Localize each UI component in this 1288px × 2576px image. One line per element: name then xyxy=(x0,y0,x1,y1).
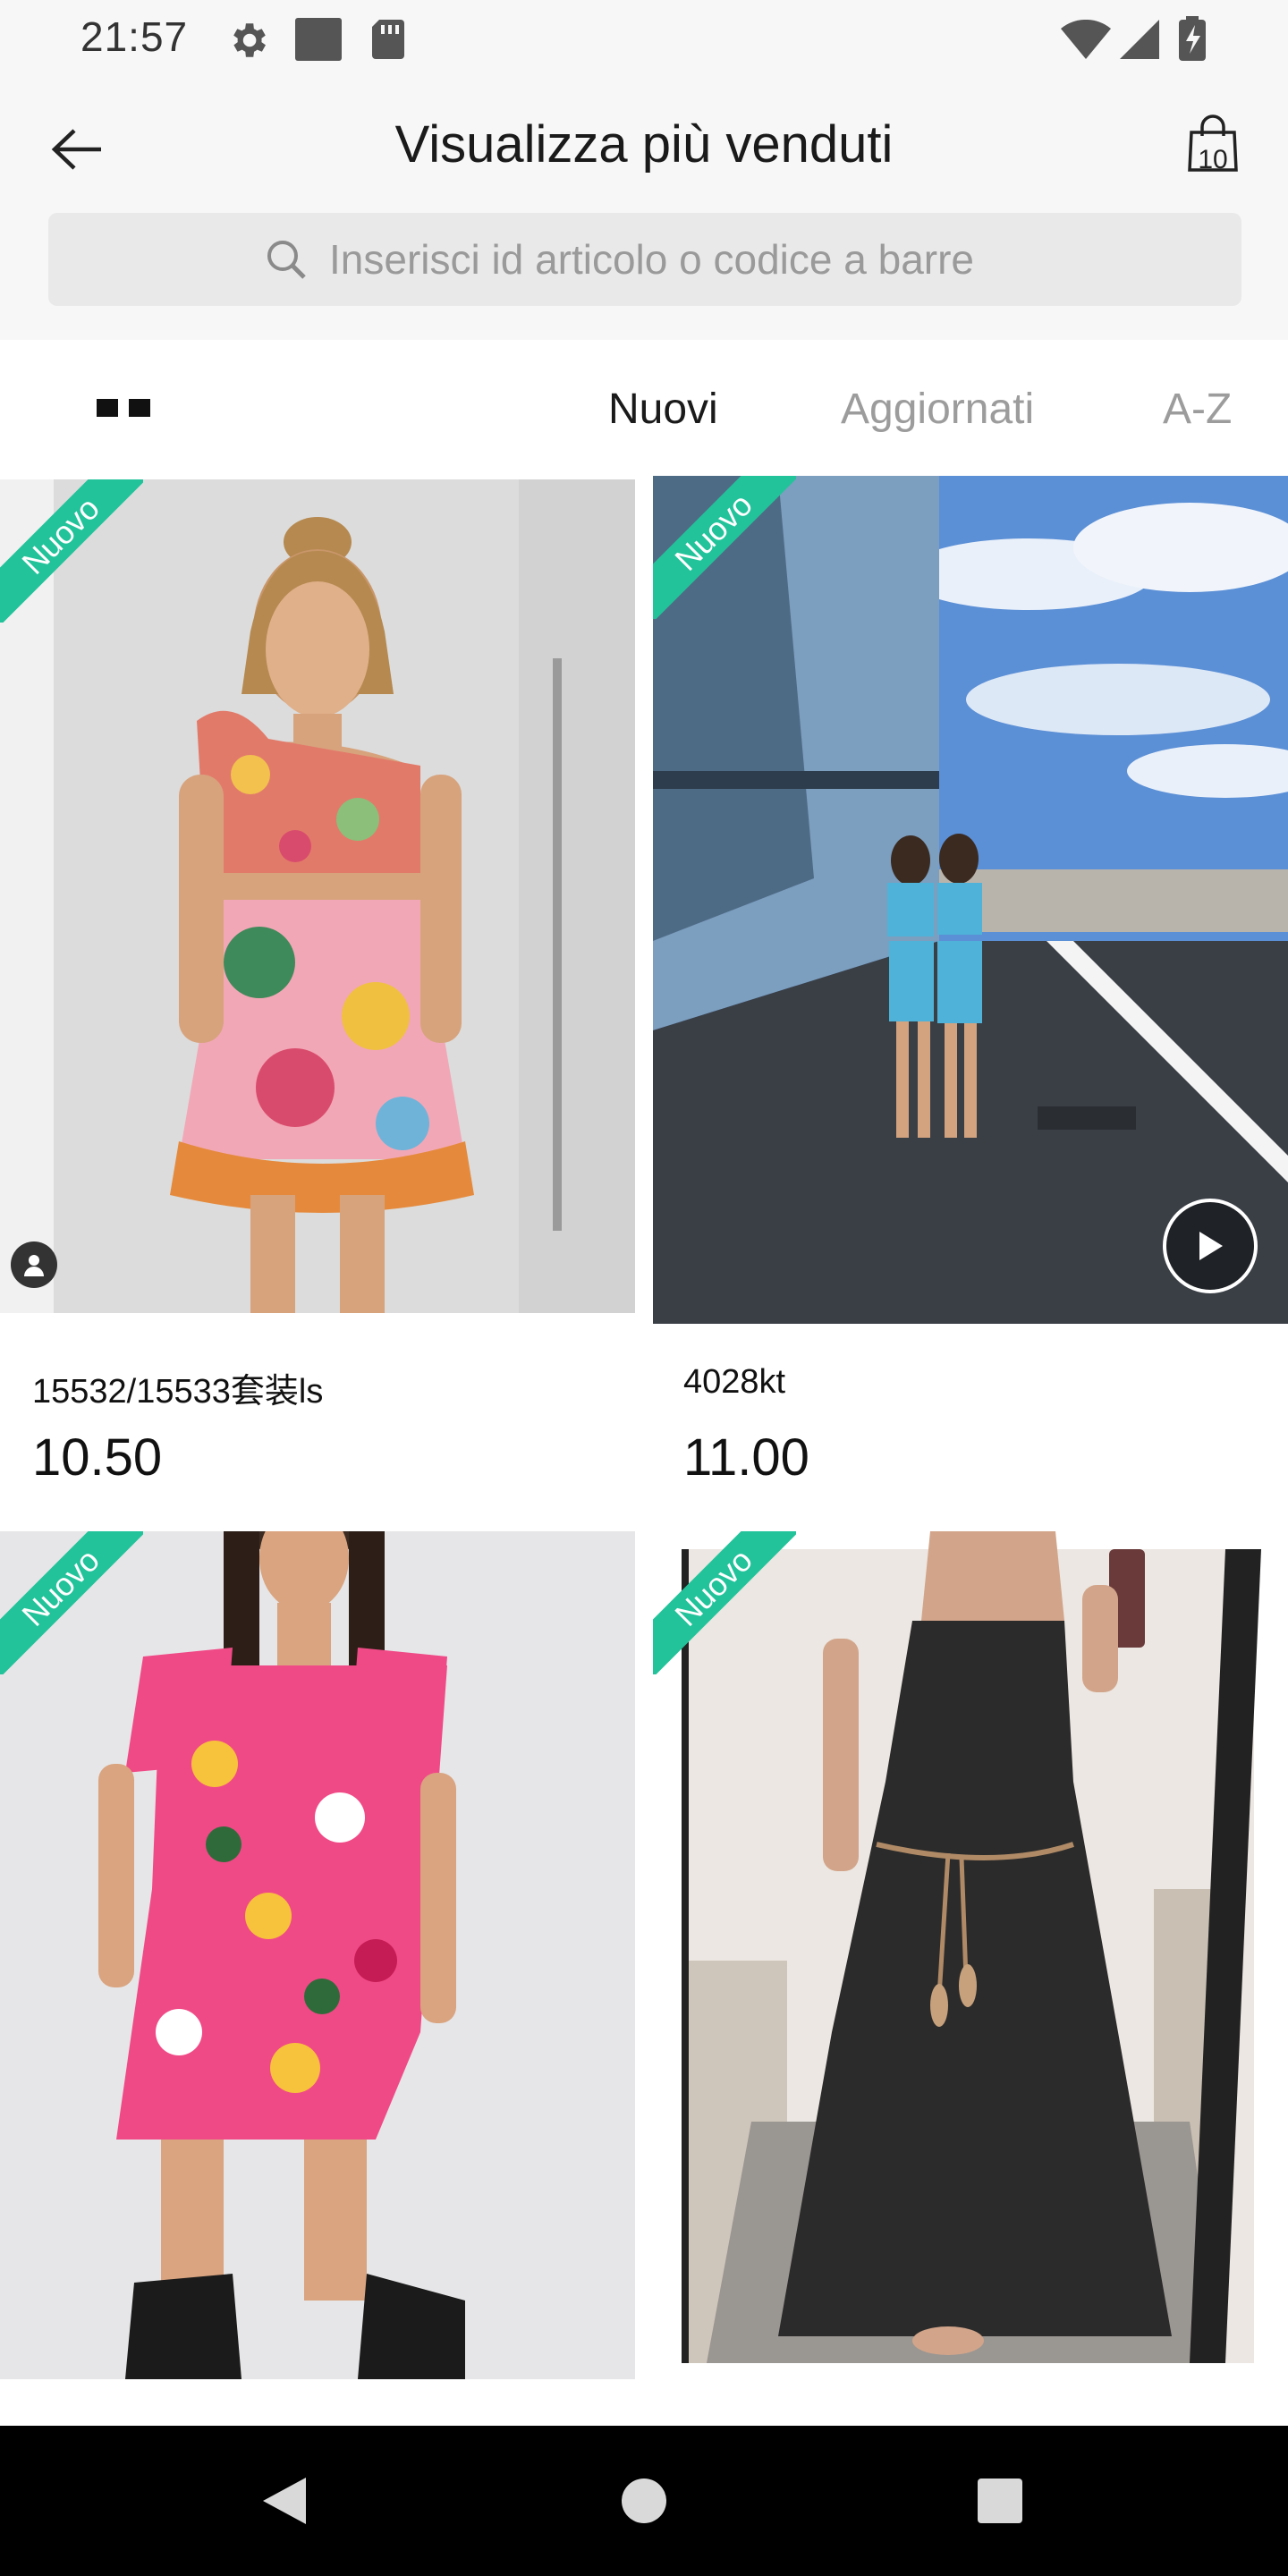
signal-icon xyxy=(1120,20,1159,59)
gear-icon xyxy=(233,23,266,57)
wifi-icon xyxy=(1061,20,1111,59)
nav-recents-button[interactable] xyxy=(973,2474,1027,2528)
notification-square-icon xyxy=(295,18,342,61)
status-bar: 21:57 xyxy=(0,0,1288,75)
product-name-1[interactable]: 15532/15533套装ls xyxy=(32,1363,323,1412)
product-image-1[interactable]: Nuovo xyxy=(0,479,635,1313)
product-price-2: 11.00 xyxy=(683,1428,809,1487)
search-input[interactable] xyxy=(329,235,1027,284)
new-badge: Nuovo xyxy=(653,1531,796,1674)
status-time: 21:57 xyxy=(80,13,189,60)
tab-a-z[interactable]: A-Z xyxy=(1163,385,1232,434)
product-image-3[interactable]: Nuovo xyxy=(0,1531,635,2379)
play-icon xyxy=(1199,1232,1223,1260)
product-price-1: 10.50 xyxy=(32,1428,163,1487)
grid-view-icon[interactable] xyxy=(97,386,150,429)
page-title: Visualizza più venduti xyxy=(394,115,894,174)
nav-back-button[interactable] xyxy=(258,2474,311,2528)
tab-nuovi[interactable]: Nuovi xyxy=(608,385,718,434)
product-image-2[interactable]: Nuovo xyxy=(653,476,1288,1324)
new-badge: Nuovo xyxy=(0,1531,143,1674)
tab-aggiornati[interactable]: Aggiornati xyxy=(841,385,1034,434)
cart-count: 10 xyxy=(1198,145,1228,174)
sd-card-icon xyxy=(372,20,404,59)
play-video-button[interactable] xyxy=(1163,1199,1258,1293)
user-icon xyxy=(11,1241,57,1288)
new-badge: Nuovo xyxy=(653,476,796,619)
search-icon xyxy=(267,241,306,279)
product-name-2[interactable]: 4028kt xyxy=(683,1363,785,1402)
sort-bar: Nuovi Aggiornati A-Z xyxy=(0,340,1288,474)
product-image-4[interactable]: Nuovo xyxy=(653,1531,1288,2379)
cart-button[interactable]: 10 xyxy=(1177,111,1249,188)
nav-home-button[interactable] xyxy=(617,2474,671,2528)
battery-charging-icon xyxy=(1179,16,1206,61)
back-triangle-icon xyxy=(263,2478,306,2524)
home-circle-icon xyxy=(622,2479,666,2523)
system-nav-bar xyxy=(0,2426,1288,2576)
search-bar[interactable] xyxy=(48,213,1241,306)
new-badge: Nuovo xyxy=(0,479,143,623)
header: Visualizza più venduti 10 xyxy=(0,75,1288,340)
recents-square-icon xyxy=(978,2479,1022,2523)
